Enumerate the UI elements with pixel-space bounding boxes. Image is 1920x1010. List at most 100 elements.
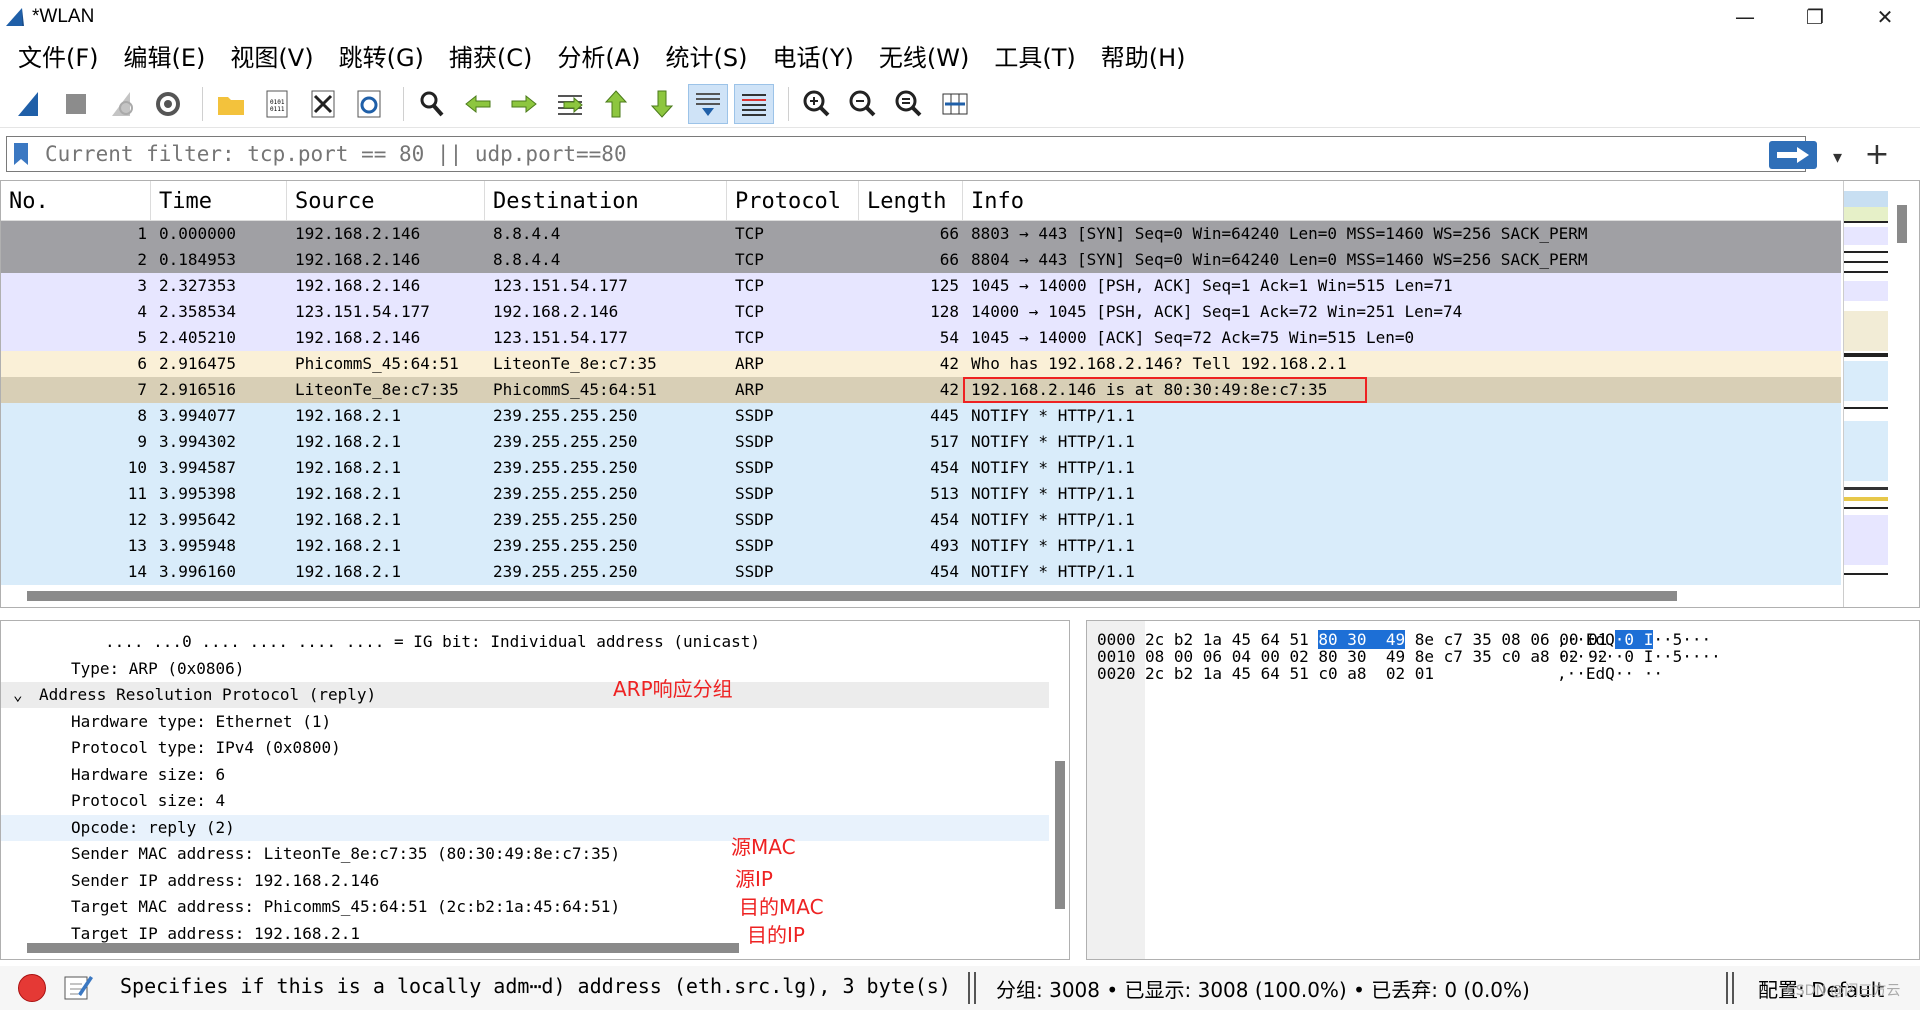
detail-line[interactable]: Target MAC address: PhicommS_45:64:51 (2… [1,894,1049,920]
detail-line[interactable]: Hardware type: Ethernet (1) [1,709,1049,735]
menu-go[interactable]: 跳转(G) [339,38,424,73]
detail-line[interactable]: Type: ARP (0x0806) [1,656,1049,682]
packet-cell-dst: 239.255.255.250 [493,432,638,451]
find-packet-button[interactable] [412,84,452,124]
expert-info-icon[interactable] [18,974,46,1002]
menu-statistics[interactable]: 统计(S) [666,38,748,73]
column-header-no[interactable]: No. [1,181,151,221]
menu-file[interactable]: 文件(F) [18,38,99,73]
packet-list-vscrollbar[interactable] [1897,205,1907,243]
save-file-button[interactable]: 0101 0111 [257,84,297,124]
expand-chevron-icon[interactable]: ⌄ [13,682,23,708]
column-header-time[interactable]: Time [151,181,287,221]
colorize-button[interactable] [734,83,774,124]
packet-row[interactable]: 9 3.994302 192.168.2.1 239.255.255.250 SSDP 5… [1,429,1841,455]
bookmark-icon[interactable] [11,141,31,167]
zoom-out-button[interactable] [843,84,883,124]
stop-capture-button[interactable] [56,84,96,124]
restart-icon [112,91,133,116]
packet-row[interactable]: 4 2.358534 123.151.54.177 192.168.2.146 TCP 1… [1,299,1841,325]
packet-list-hscrollbar[interactable] [27,591,1677,601]
close-button[interactable]: ✕ [1850,0,1920,34]
column-header-length[interactable]: Length [859,181,963,221]
menu-wireless[interactable]: 无线(W) [879,38,969,73]
packet-row[interactable]: 14 3.996160 192.168.2.1 239.255.255.250 SSDP… [1,559,1841,585]
zoom-normal-button[interactable] [889,84,929,124]
packet-cell-no: 7 [137,380,147,399]
detail-line[interactable]: ⌄ Address Resolution Protocol (reply) [1,682,1049,708]
detail-line[interactable]: Sender IP address: 192.168.2.146 [1,868,1049,894]
packet-cell-no: 8 [137,406,147,425]
packet-row[interactable]: 11 3.995398 192.168.2.1 239.255.255.250 SSDP… [1,481,1841,507]
packet-row[interactable]: 10 3.994587 192.168.2.1 239.255.255.250 SSDP… [1,455,1841,481]
byte-ascii[interactable]: ,··EdQ·· ·· [1557,663,1663,685]
packet-cell-dst: 239.255.255.250 [493,562,638,581]
details-hscrollbar[interactable] [27,943,739,953]
byte-hex[interactable]: 2c b2 1a 45 64 51 c0 a8 02 01 [1145,663,1434,685]
menu-view[interactable]: 视图(V) [230,38,313,73]
goto-packet-button[interactable] [550,84,590,124]
next-packet-button[interactable] [504,84,544,124]
packet-minimap[interactable] [1843,181,1888,607]
resize-columns-button[interactable] [935,84,975,124]
packet-cell-proto: TCP [735,224,764,243]
detail-line[interactable]: .... ...0 .... .... .... .... = IG bit: … [1,629,1049,655]
detail-line[interactable]: Opcode: reply (2) [1,814,1049,841]
menu-tools[interactable]: 工具(T) [994,38,1075,73]
open-file-button[interactable] [211,84,251,124]
maximize-button[interactable]: ❐ [1780,0,1850,34]
apply-filter-button[interactable] [1769,141,1817,169]
reload-file-button[interactable] [349,84,389,124]
autoscroll-button[interactable] [688,83,728,124]
title-bar: *WLAN — ❐ ✕ [0,0,1920,34]
detail-line[interactable]: Protocol size: 4 [1,788,1049,814]
gear-icon [156,91,180,116]
column-header-source[interactable]: Source [287,181,485,221]
chevron-down-icon[interactable]: ▾ [1833,147,1857,168]
capture-options-button[interactable] [148,84,188,124]
packet-cell-proto: SSDP [735,484,774,503]
menu-capture[interactable]: 捕获(C) [449,38,532,73]
restart-capture-button[interactable] [102,84,142,124]
column-header-protocol[interactable]: Protocol [727,181,859,221]
menu-analyze[interactable]: 分析(A) [557,38,640,73]
zoom-in-button[interactable] [797,84,837,124]
packet-row[interactable]: 13 3.995948 192.168.2.1 239.255.255.250 SSDP… [1,533,1841,559]
packet-cell-time: 3.994587 [159,458,237,477]
packet-cell-info: 8803 → 443 [SYN] Seq=0 Win=64240 Len=0 M… [971,224,1588,243]
minimize-button[interactable]: — [1710,0,1780,34]
detail-line[interactable]: Hardware size: 6 [1,762,1049,788]
packet-cell-no: 14 [127,562,147,581]
menu-telephony[interactable]: 电话(Y) [773,38,854,73]
packet-cell-len: 454 [930,510,959,529]
packet-row[interactable]: 5 2.405210 192.168.2.146 123.151.54.177 TCP 5… [1,325,1841,351]
details-vscrollbar[interactable] [1055,761,1065,909]
first-packet-button[interactable] [596,84,636,124]
packet-row[interactable]: 6 2.916475 PhicommS_45:64:51 LiteonTe_8e:c7… [1,351,1841,377]
close-file-button[interactable] [303,84,343,124]
detail-line[interactable]: Sender MAC address: LiteonTe_8e:c7:35 (8… [1,841,1049,867]
packet-row[interactable]: 7 2.916516 LiteonTe_8e:c7:35 PhicommS_45:64… [1,377,1841,403]
status-field-info: Specifies if this is a locally adm⋯d) ad… [120,974,951,998]
start-capture-button[interactable] [10,84,50,124]
packet-row[interactable]: 1 0.000000 192.168.2.146 8.8.4.4 TCP 66 8803 →… [1,221,1841,247]
packet-cell-info: 192.168.2.146 is at 80:30:49:8e:c7:35 [963,377,1841,403]
capture-comment-icon[interactable] [62,972,94,1002]
packet-cell-src: 123.151.54.177 [295,302,430,321]
display-filter-field[interactable]: ▾ [6,136,1842,172]
packet-row[interactable]: 8 3.994077 192.168.2.1 239.255.255.250 SSDP 4… [1,403,1841,429]
last-packet-button[interactable] [642,84,682,124]
detail-line[interactable]: Protocol type: IPv4 (0x0800) [1,735,1049,761]
menu-edit[interactable]: 编辑(E) [124,38,206,73]
packet-row[interactable]: 3 2.327353 192.168.2.146 123.151.54.177 TCP 1… [1,273,1841,299]
packet-row[interactable]: 12 3.995642 192.168.2.1 239.255.255.250 SSDP… [1,507,1841,533]
display-filter-input[interactable] [45,139,1725,169]
packet-row[interactable]: 2 0.184953 192.168.2.146 8.8.4.4 TCP 66 8804 →… [1,247,1841,273]
add-filter-button[interactable]: + [1862,132,1892,176]
zoom-out-icon [849,90,876,116]
column-header-info[interactable]: Info [963,181,1841,221]
packet-cell-time: 3.994302 [159,432,237,451]
column-header-destination[interactable]: Destination [485,181,727,221]
menu-help[interactable]: 帮助(H) [1101,38,1186,73]
previous-packet-button[interactable] [458,84,498,124]
